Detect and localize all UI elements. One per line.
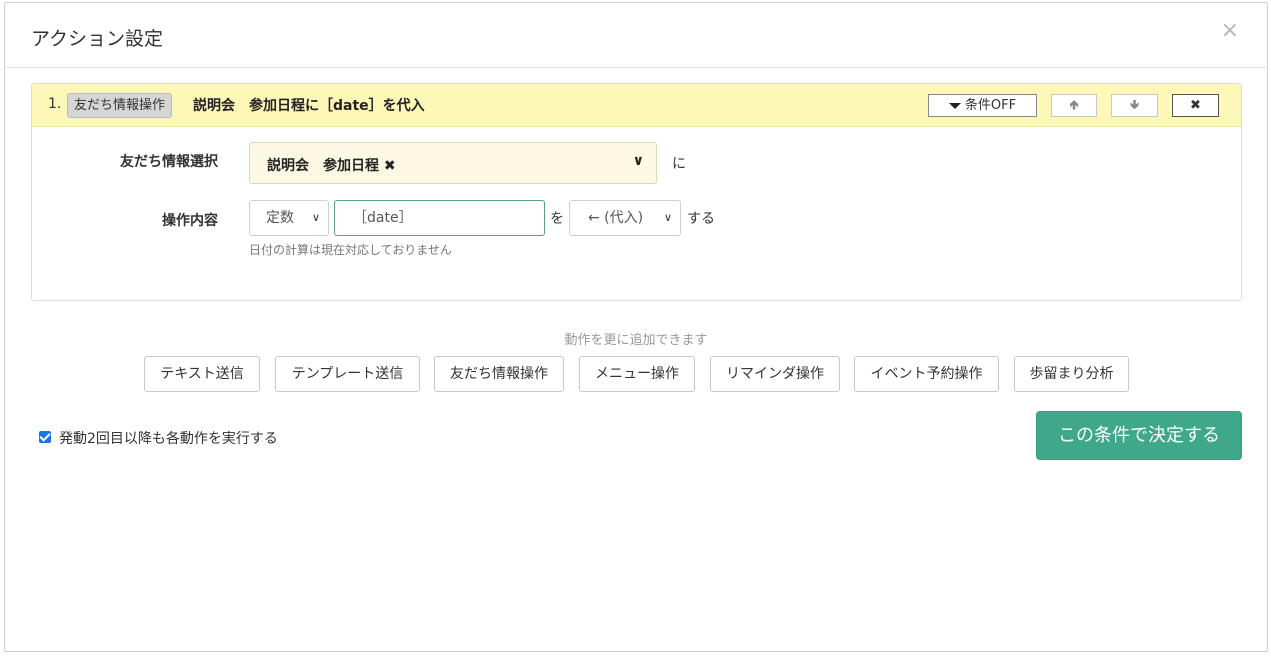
action-number: 1. (48, 96, 62, 112)
help-text: 日付の計算は現在対応しておりません (249, 243, 452, 257)
operation-mid-text: を (550, 211, 564, 227)
friend-info-selected-tag[interactable]: 説明会 参加日程 ✖ (267, 155, 396, 175)
action-header: 1. 友だち情報操作 説明会 参加日程に［date］を代入 条件OFF 🢁 🢃 … (32, 84, 1241, 127)
action-settings-modal: アクション設定 × 1. 友だち情報操作 説明会 参加日程に［date］を代入 … (4, 2, 1268, 652)
operation-suffix: する (687, 211, 715, 227)
friend-info-label: 友だち情報選択 (120, 154, 218, 170)
submit-button[interactable]: この条件で決定する (1036, 411, 1242, 460)
add-text-button[interactable]: テキスト送信 (144, 356, 260, 392)
filter-button-label: 条件OFF (964, 98, 1017, 113)
action-panel: 1. 友だち情報操作 説明会 参加日程に［date］を代入 条件OFF 🢁 🢃 … (31, 83, 1242, 301)
modal-header: アクション設定 × (5, 3, 1267, 68)
action-type-button[interactable]: 友だち情報操作 (67, 93, 173, 118)
repeat-label: 発動2回目以降も各動作を実行する (59, 431, 278, 447)
repeat-checkbox[interactable] (39, 431, 51, 443)
action-description: 説明会 参加日程に［date］を代入 (193, 98, 425, 114)
arrow-down-icon: 🢃 (1129, 98, 1140, 113)
modal-title: アクション設定 (31, 28, 164, 50)
add-reminder-button[interactable]: リマインダ操作 (710, 356, 840, 392)
operation-type-value: 定数 (266, 210, 294, 226)
friend-info-select[interactable]: 説明会 参加日程 ✖ ∨ (249, 142, 657, 184)
operation-mode-select[interactable]: ← (代入) ∨ (569, 200, 681, 236)
chevron-down-icon: ∨ (663, 211, 672, 224)
filter-toggle-button[interactable]: 条件OFF (928, 94, 1037, 117)
add-caption: 動作を更に追加できます (564, 333, 708, 348)
arrow-up-icon: 🢁 (1069, 98, 1079, 113)
operation-value-input[interactable]: ［date］ (334, 200, 545, 236)
add-analysis-button[interactable]: 歩留まり分析 (1014, 356, 1129, 392)
close-icon: ✖ (1190, 98, 1201, 113)
move-up-button[interactable]: 🢁 (1051, 94, 1097, 117)
add-event-button[interactable]: イベント予約操作 (854, 356, 999, 392)
chevron-down-icon: ∨ (632, 153, 644, 169)
add-friend-info-button[interactable]: 友だち情報操作 (434, 356, 564, 392)
filter-icon (948, 102, 961, 109)
add-template-button[interactable]: テンプレート送信 (275, 356, 420, 392)
close-icon[interactable]: × (1221, 20, 1239, 42)
move-down-button[interactable]: 🢃 (1111, 94, 1158, 117)
operation-label: 操作内容 (162, 213, 218, 229)
friend-suffix: に (672, 156, 686, 172)
operation-mode-value: ← (代入) (588, 210, 644, 226)
delete-action-button[interactable]: ✖ (1172, 94, 1219, 117)
operation-type-select[interactable]: 定数 ∨ (249, 200, 329, 236)
chevron-down-icon: ∨ (311, 211, 320, 224)
add-menu-button[interactable]: メニュー操作 (579, 356, 695, 392)
